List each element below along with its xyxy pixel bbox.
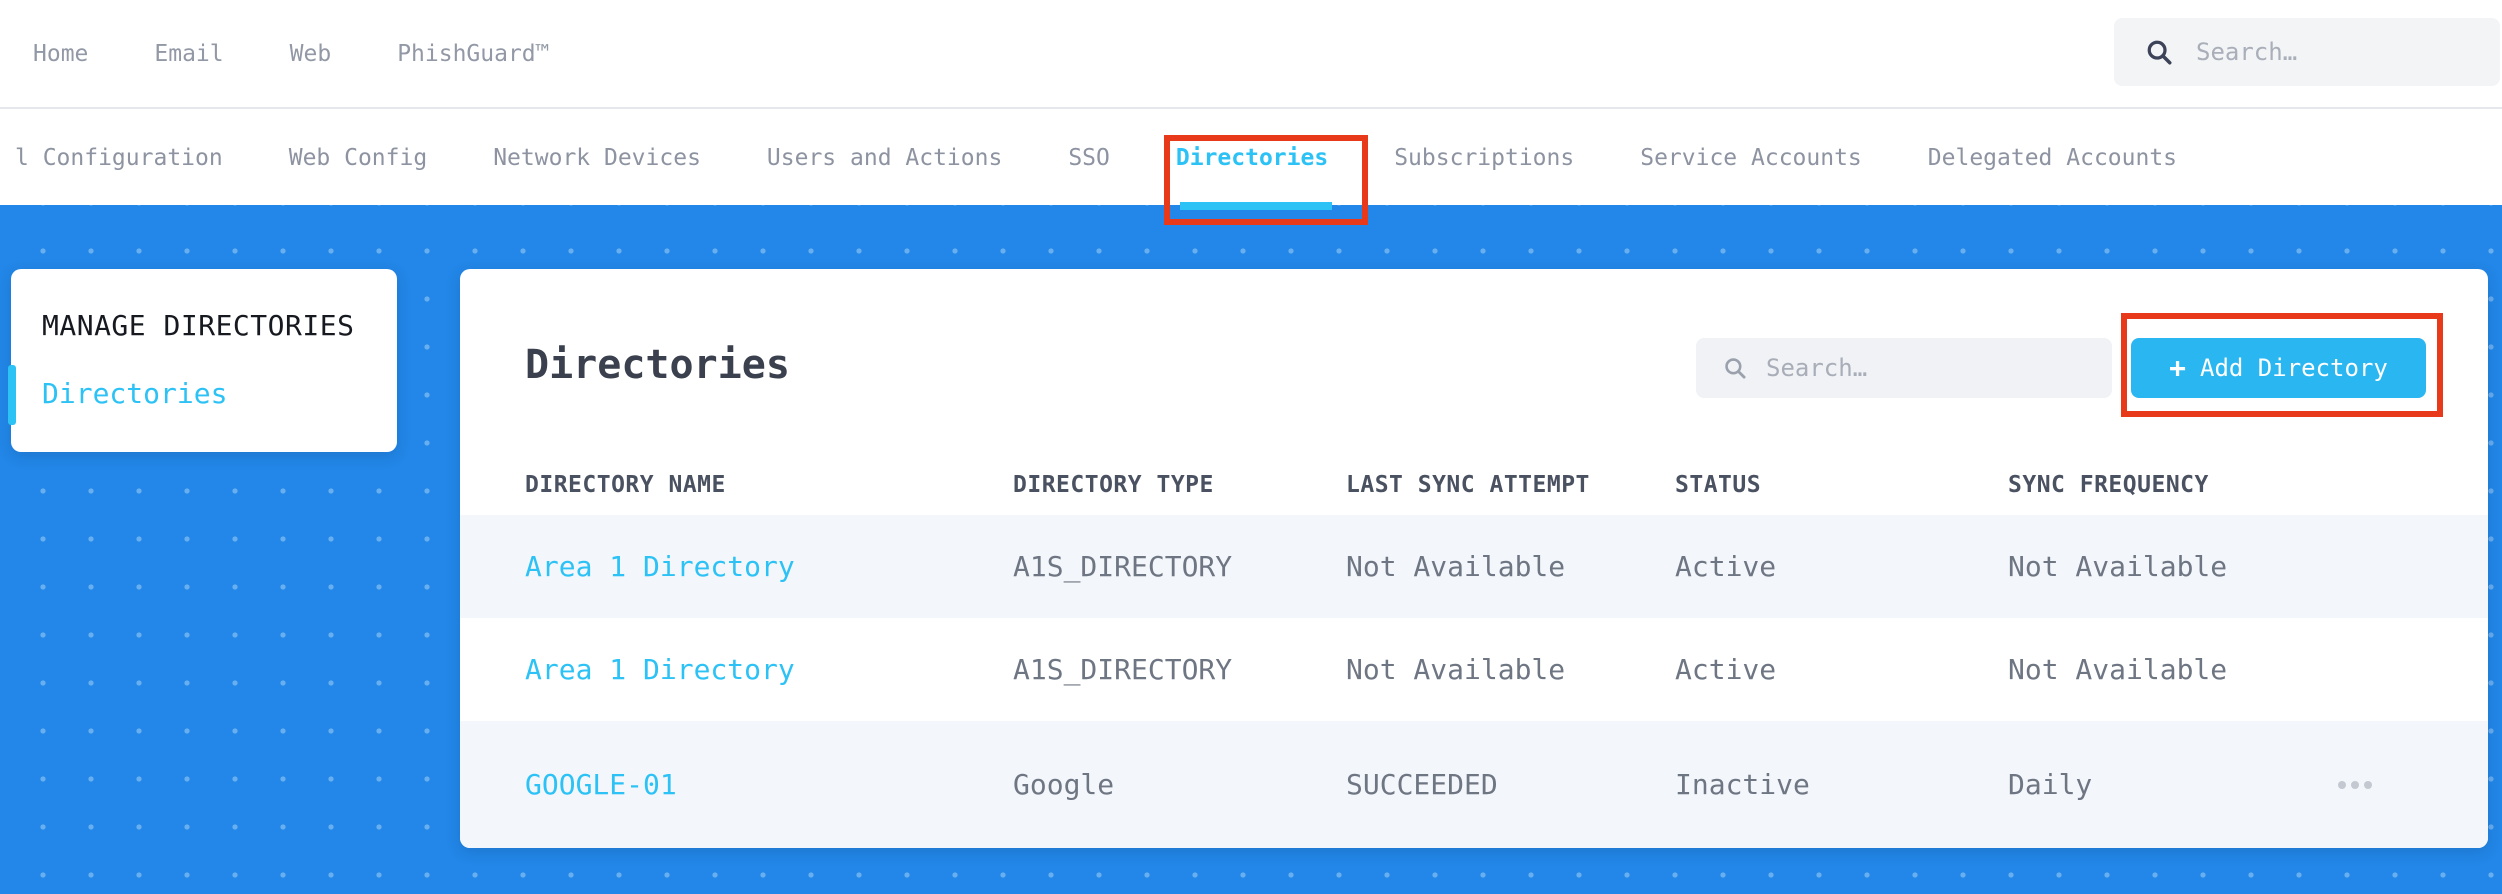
sync-frequency-cell: Daily <box>2008 768 2093 801</box>
directory-name-link[interactable]: GOOGLE-01 <box>525 768 1013 801</box>
sync-frequency-cell: Not Available <box>2008 550 2228 583</box>
add-directory-label: Add Directory <box>2200 354 2388 382</box>
settings-tab-bar: l Configuration Web Config Network Devic… <box>0 111 2502 205</box>
table-row: Area 1 Directory A1S_DIRECTORY Not Avail… <box>460 618 2488 721</box>
tab-users-and-actions[interactable]: Users and Actions <box>767 145 1002 171</box>
app-window: Home Email Web PhishGuard™ l Configurati… <box>0 0 2502 894</box>
search-icon <box>2147 40 2172 65</box>
directories-search-box[interactable] <box>1696 338 2112 398</box>
panel-title: MANAGE DIRECTORIES <box>42 309 355 342</box>
tab-subscriptions[interactable]: Subscriptions <box>1394 145 1574 171</box>
nav-item-web[interactable]: Web <box>290 41 332 67</box>
directory-type-cell: A1S_DIRECTORY <box>1013 550 1233 583</box>
table-header-row: DIRECTORY NAME DIRECTORY TYPE LAST SYNC … <box>460 455 2488 515</box>
directories-card: Directories + Add Directory DIRECTORY NA… <box>460 269 2488 848</box>
nav-item-home[interactable]: Home <box>33 41 88 67</box>
tab-web-config[interactable]: Web Config <box>289 145 427 171</box>
tab-sso[interactable]: SSO <box>1068 145 1110 171</box>
table-row: Area 1 Directory A1S_DIRECTORY Not Avail… <box>460 515 2488 618</box>
last-sync-cell: SUCCEEDED <box>1346 768 1498 801</box>
tab-email-configuration[interactable]: l Configuration <box>15 145 223 171</box>
directories-table: DIRECTORY NAME DIRECTORY TYPE LAST SYNC … <box>460 455 2488 848</box>
tab-service-accounts[interactable]: Service Accounts <box>1640 145 1862 171</box>
tab-directories[interactable]: Directories <box>1176 145 1328 171</box>
last-sync-cell: Not Available <box>1346 653 1566 686</box>
plus-icon: + <box>2169 351 2186 384</box>
status-cell: Active <box>1675 550 1777 583</box>
directory-name-link[interactable]: Area 1 Directory <box>525 653 1013 686</box>
directory-name-link[interactable]: Area 1 Directory <box>525 550 1013 583</box>
global-search-input[interactable] <box>2196 38 2476 66</box>
sync-frequency-cell: Not Available <box>2008 653 2228 686</box>
directory-type-cell: A1S_DIRECTORY <box>1013 653 1233 686</box>
sidebar-item-directories[interactable]: Directories <box>42 379 227 409</box>
status-cell: Inactive <box>1675 768 1810 801</box>
manage-directories-panel: MANAGE DIRECTORIES Directories <box>8 269 397 452</box>
table-row: GOOGLE-01 Google SUCCEEDED Inactive Dail… <box>460 721 2488 848</box>
tab-network-devices[interactable]: Network Devices <box>493 145 701 171</box>
col-directory-name: DIRECTORY NAME <box>525 472 726 498</box>
last-sync-cell: Not Available <box>1346 550 1566 583</box>
nav-item-email[interactable]: Email <box>154 41 223 67</box>
row-actions-menu-icon[interactable] <box>2338 780 2378 789</box>
col-sync-frequency: SYNC FREQUENCY <box>2008 472 2209 498</box>
global-search-box[interactable] <box>2114 18 2500 86</box>
col-last-sync-attempt: LAST SYNC ATTEMPT <box>1346 472 1590 498</box>
workspace-background: MANAGE DIRECTORIES Directories Directori… <box>0 205 2502 894</box>
active-tab-underline <box>1180 202 1332 210</box>
tab-delegated-accounts[interactable]: Delegated Accounts <box>1928 145 2177 171</box>
add-directory-button[interactable]: + Add Directory <box>2131 338 2426 398</box>
search-icon <box>1725 358 1746 379</box>
status-cell: Active <box>1675 653 1777 686</box>
col-status: STATUS <box>1675 472 1762 498</box>
directories-search-input[interactable] <box>1766 354 2066 382</box>
nav-item-phishguard[interactable]: PhishGuard™ <box>397 41 549 67</box>
col-directory-type: DIRECTORY TYPE <box>1013 472 1214 498</box>
active-item-indicator <box>8 365 16 425</box>
directory-type-cell: Google <box>1013 768 1115 801</box>
page-title: Directories <box>525 342 790 388</box>
top-nav-bar: Home Email Web PhishGuard™ <box>0 0 2502 109</box>
